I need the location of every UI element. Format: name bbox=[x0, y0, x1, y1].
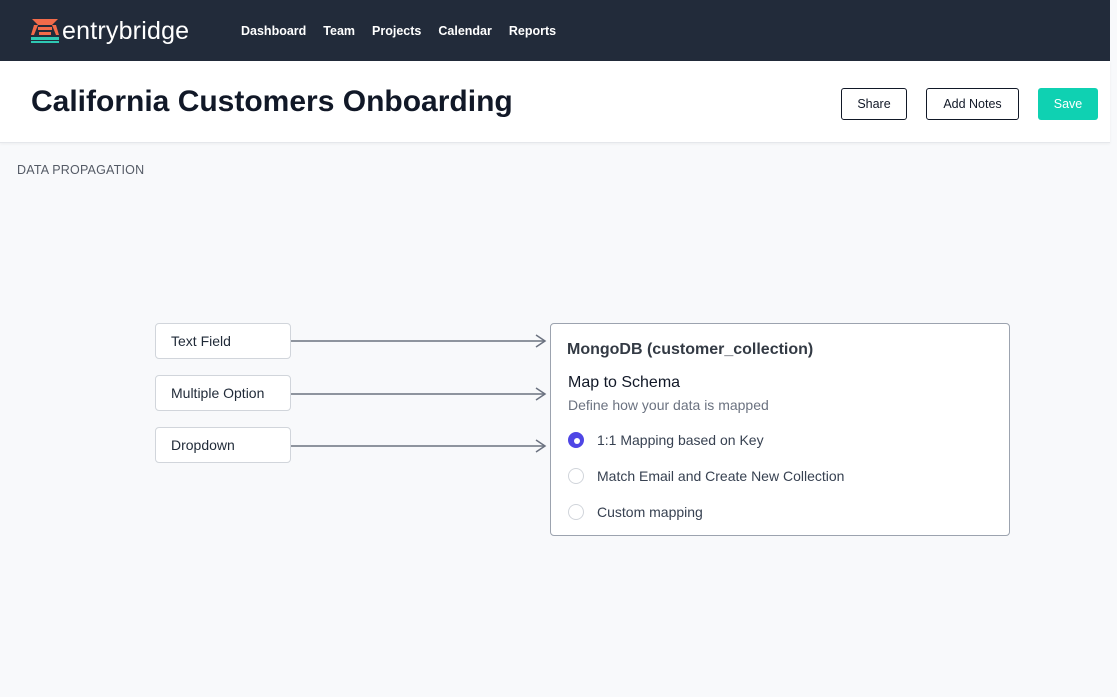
nav-projects[interactable]: Projects bbox=[372, 24, 421, 38]
nav-calendar[interactable]: Calendar bbox=[438, 24, 492, 38]
save-button[interactable]: Save bbox=[1038, 88, 1098, 120]
arrow-head-icon bbox=[535, 387, 547, 401]
brand-name: entrybridge bbox=[62, 17, 190, 45]
add-notes-button[interactable]: Add Notes bbox=[926, 88, 1019, 120]
mapping-option-email[interactable]: Match Email and Create New Collection bbox=[568, 468, 844, 484]
field-node-multiple-option[interactable]: Multiple Option bbox=[155, 375, 291, 411]
radio-selected-icon[interactable] bbox=[568, 432, 584, 448]
arrow-head-icon bbox=[535, 439, 547, 453]
card-description: Define how your data is mapped bbox=[568, 397, 769, 413]
radio-icon[interactable] bbox=[568, 468, 584, 484]
card-title: MongoDB (customer_collection) bbox=[567, 341, 814, 358]
nav-reports[interactable]: Reports bbox=[509, 24, 556, 38]
field-node-text-field[interactable]: Text Field bbox=[155, 323, 291, 359]
mapping-option-custom[interactable]: Custom mapping bbox=[568, 504, 703, 520]
brand-logo[interactable]: entrybridge bbox=[31, 18, 189, 44]
mapping-option-key[interactable]: 1:1 Mapping based on Key bbox=[568, 432, 764, 448]
top-navbar: entrybridge Dashboard Team Projects Cale… bbox=[0, 0, 1110, 61]
option-label: 1:1 Mapping based on Key bbox=[597, 432, 764, 448]
card-subtitle: Map to Schema bbox=[568, 374, 681, 391]
mapping-card: MongoDB (customer_collection) Map to Sch… bbox=[550, 323, 1010, 536]
option-label: Custom mapping bbox=[597, 504, 703, 520]
main-nav: Dashboard Team Projects Calendar Reports bbox=[241, 0, 573, 61]
nav-dashboard[interactable]: Dashboard bbox=[241, 24, 306, 38]
radio-icon[interactable] bbox=[568, 504, 584, 520]
section-label: DATA PROPAGATION bbox=[17, 163, 145, 177]
arrow-head-icon bbox=[535, 334, 547, 348]
nav-team[interactable]: Team bbox=[323, 24, 355, 38]
page-title: California Customers Onboarding bbox=[31, 85, 513, 118]
field-node-dropdown[interactable]: Dropdown bbox=[155, 427, 291, 463]
entrybridge-logo-icon bbox=[31, 19, 59, 43]
share-button[interactable]: Share bbox=[841, 88, 907, 120]
option-label: Match Email and Create New Collection bbox=[597, 468, 845, 484]
page-header: California Customers Onboarding Share Ad… bbox=[0, 61, 1110, 143]
